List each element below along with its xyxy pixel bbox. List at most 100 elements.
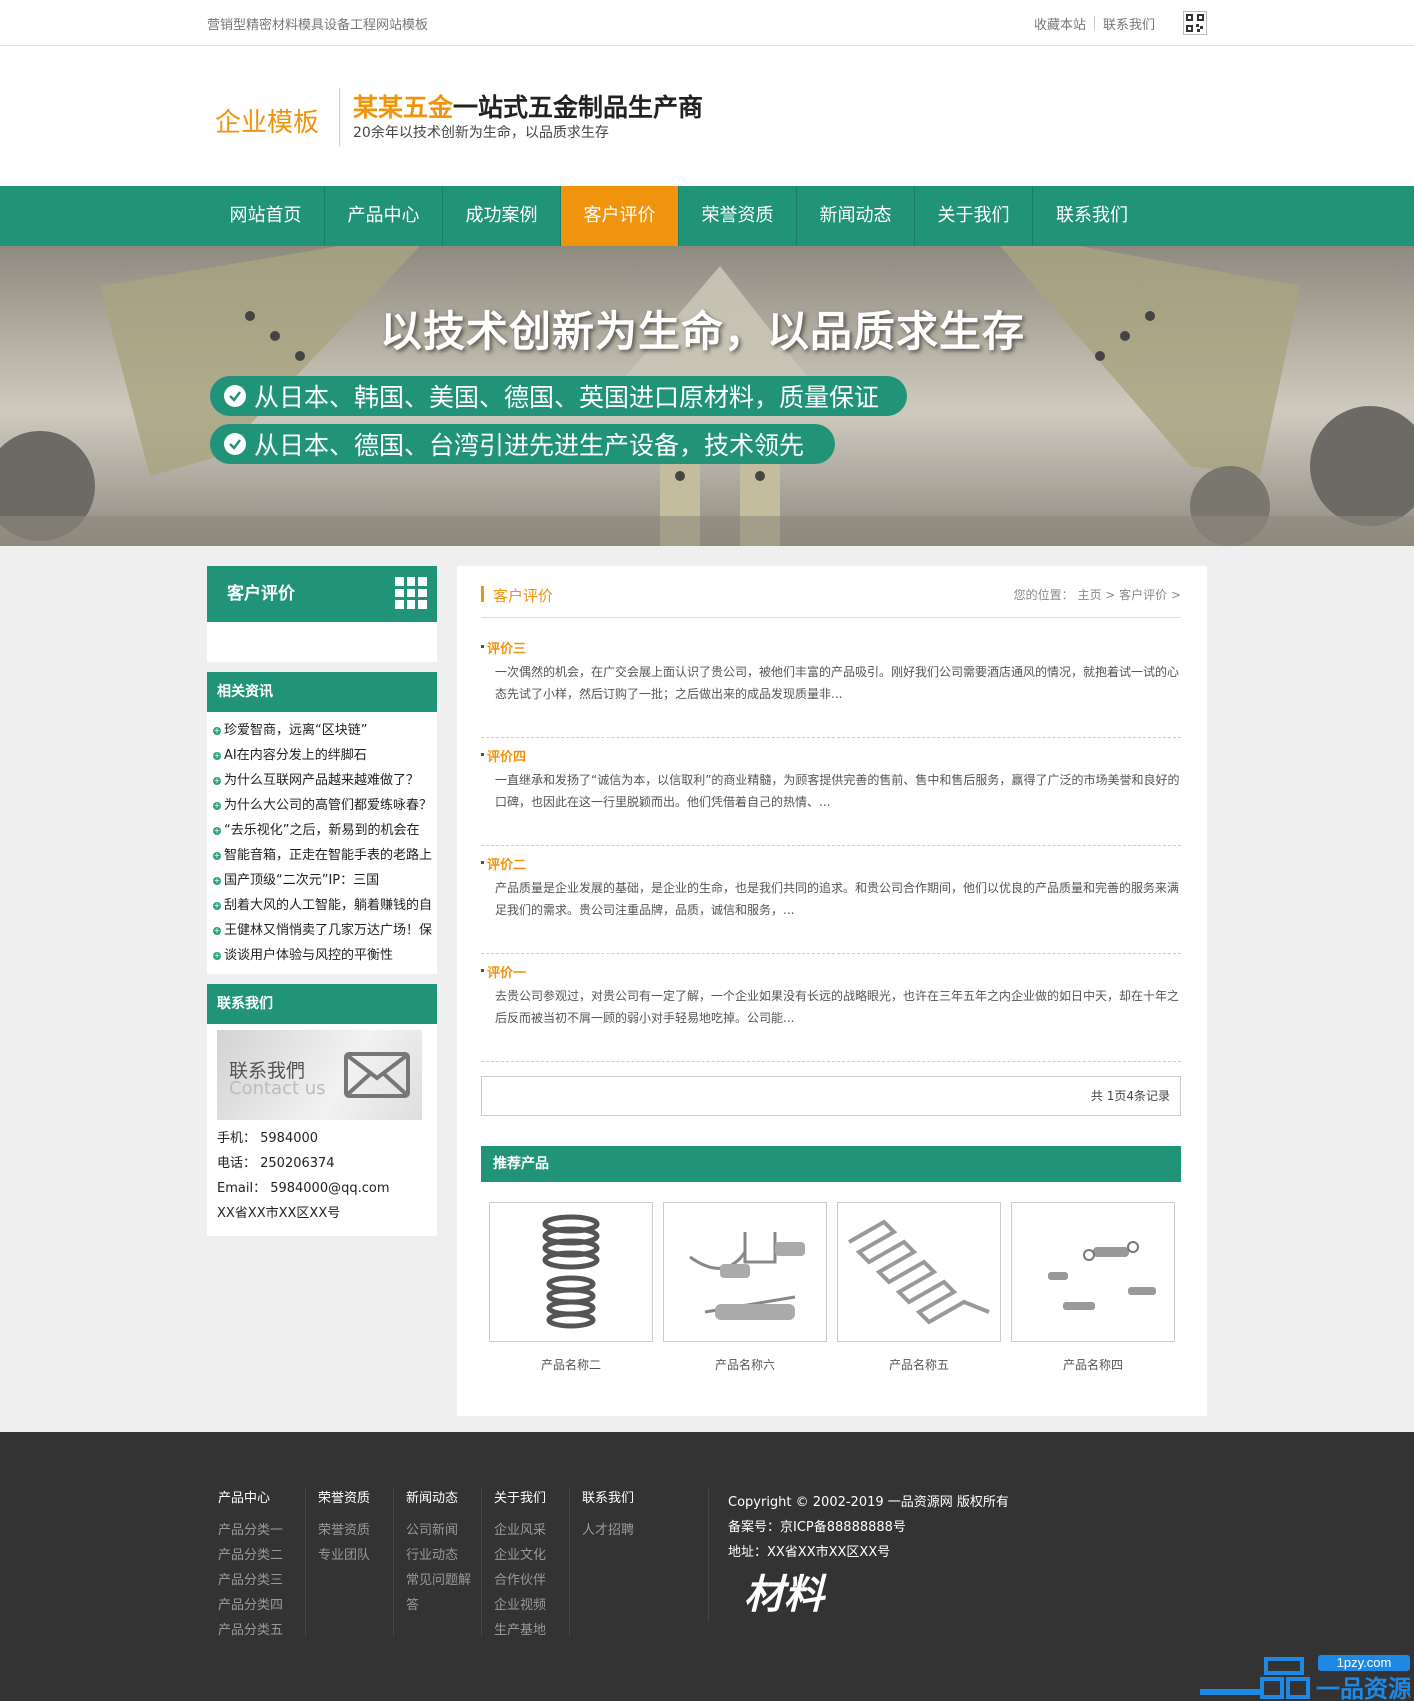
- footer-link[interactable]: 企业风采: [494, 1518, 569, 1543]
- nav-item-about[interactable]: 关于我们: [915, 186, 1033, 246]
- contact-phone: 手机： 5984000: [217, 1131, 319, 1146]
- plus-icon: +: [213, 900, 221, 910]
- footer-link[interactable]: 产品分类一: [218, 1518, 305, 1543]
- footer-col-title[interactable]: 新闻动态: [406, 1487, 481, 1506]
- footer-divider: [708, 1488, 709, 1622]
- product-grid: 产品名称二 产品名称六 产品名称五 产品名称四: [489, 1202, 1179, 1373]
- footer-link[interactable]: 常见问题解: [406, 1568, 481, 1593]
- news-item-text[interactable]: 为什么大公司的高管们都爱练咏春？: [224, 793, 432, 818]
- site-watermark-logo: 1pzy.com 一品资源网: [1200, 1655, 1410, 1701]
- news-item-text[interactable]: 智能音箱，正走在智能手表的老路上: [224, 843, 432, 868]
- product-name[interactable]: 产品名称四: [1011, 1356, 1175, 1373]
- footer-link[interactable]: 人才招聘: [582, 1518, 658, 1543]
- product-name[interactable]: 产品名称六: [663, 1356, 827, 1373]
- product-card[interactable]: 产品名称四: [1011, 1202, 1175, 1373]
- breadcrumb[interactable]: 您的位置： 主页 > 客户评价 >: [1014, 586, 1181, 603]
- review-title[interactable]: 评价四: [481, 746, 1181, 765]
- product-card[interactable]: 产品名称六: [663, 1202, 827, 1373]
- sidebar: 客户评价 相关资讯 + 珍爱智商，远离“区块链” + AI在内容分发上的绊脚石 + 为…: [207, 566, 437, 1236]
- sidebar-category-box: [207, 622, 437, 662]
- contact-banner-image: 联系我們 Contact us: [217, 1030, 422, 1120]
- footer-col-title[interactable]: 联系我们: [582, 1487, 658, 1506]
- product-image-wire-form[interactable]: [837, 1202, 1001, 1342]
- nav-item-news[interactable]: 新闻动态: [797, 186, 915, 246]
- footer-link[interactable]: 荣誉资质: [318, 1518, 393, 1543]
- footer-link[interactable]: 合作伙伴: [494, 1568, 569, 1593]
- sidebar-header: 客户评价: [207, 566, 437, 622]
- review-list: 评价三 一次偶然的机会，在广交会展上面认识了贵公司，被他们丰富的产品吸引。刚好我们…: [481, 630, 1181, 1062]
- news-item[interactable]: + 国产顶级“二次元”IP：三国: [213, 868, 437, 893]
- news-item-text[interactable]: “去乐视化”之后，新易到的机会在: [224, 818, 419, 843]
- footer-col-title[interactable]: 产品中心: [218, 1487, 305, 1506]
- news-item[interactable]: + 智能音箱，正走在智能手表的老路上: [213, 843, 437, 868]
- news-item-text[interactable]: 刮着大风的人工智能，躺着赚钱的自: [224, 893, 432, 918]
- footer-link[interactable]: 专业团队: [318, 1543, 393, 1568]
- footer-link[interactable]: 产品分类二: [218, 1543, 305, 1568]
- news-item[interactable]: + AI在内容分发上的绊脚石: [213, 743, 437, 768]
- nav-item-honors[interactable]: 荣誉资质: [679, 186, 797, 246]
- news-item-text[interactable]: 为什么互联网产品越来越难做了？: [224, 768, 419, 793]
- news-item-text[interactable]: 国产顶级“二次元”IP：三国: [224, 868, 379, 893]
- contact-link[interactable]: 联系我们: [1103, 14, 1155, 33]
- news-item[interactable]: + 珍爱智商，远离“区块链”: [213, 718, 437, 743]
- watermark-name: 一品资源网: [1316, 1675, 1410, 1701]
- footer-info: Copyright © 2002-2019 一品资源网 版权所有 备案号：京IC…: [728, 1490, 1009, 1565]
- nav-item-contact[interactable]: 联系我们: [1033, 186, 1151, 246]
- news-item[interactable]: + 王健林又悄悄卖了几家万达广场！保: [213, 918, 437, 943]
- slogan-text: 一站式五金制品生产商: [453, 93, 704, 122]
- footer-link[interactable]: 企业视频: [494, 1593, 569, 1618]
- nav-item-reviews[interactable]: 客户评价: [561, 186, 679, 246]
- sidebar-title: 客户评价: [227, 584, 295, 604]
- product-card[interactable]: 产品名称五: [837, 1202, 1001, 1373]
- footer-link[interactable]: 产品分类四: [218, 1593, 305, 1618]
- footer-link[interactable]: 生产基地: [494, 1618, 569, 1643]
- footer-col-contact: 联系我们 人才招聘: [570, 1487, 658, 1637]
- footer-col-title[interactable]: 关于我们: [494, 1487, 569, 1506]
- plus-icon: +: [213, 825, 221, 835]
- news-item-text[interactable]: 王健林又悄悄卖了几家万达广场！保: [224, 918, 432, 943]
- contact-header: 联系我们: [207, 984, 437, 1024]
- footer-link[interactable]: 公司新闻: [406, 1518, 481, 1543]
- review-text: 一直继承和发扬了“诚信为本，以信取利”的商业精髓，为顾客提供完善的售前、售中和售…: [495, 773, 1180, 809]
- footer-link[interactable]: 答: [406, 1593, 481, 1618]
- footer-link[interactable]: 行业动态: [406, 1543, 481, 1568]
- nav-item-cases[interactable]: 成功案例: [443, 186, 561, 246]
- review-title[interactable]: 评价一: [481, 962, 1181, 981]
- plus-icon: +: [213, 925, 221, 935]
- news-item-text[interactable]: 谈谈用户体验与风控的平衡性: [224, 943, 393, 968]
- nav-item-home[interactable]: 网站首页: [207, 186, 325, 246]
- review-item: 评价一 去贵公司参观过，对贵公司有一定了解，一个企业如果没有长远的战略眼光，也许在…: [481, 954, 1181, 1062]
- top-links: 收藏本站 联系我们: [1034, 11, 1207, 35]
- news-item[interactable]: + “去乐视化”之后，新易到的机会在: [213, 818, 437, 843]
- review-title[interactable]: 评价二: [481, 854, 1181, 873]
- footer: 产品中心 产品分类一 产品分类二 产品分类三 产品分类四 产品分类五 荣誉资质 荣誉资质…: [0, 1432, 1414, 1701]
- bookmark-link[interactable]: 收藏本站: [1034, 14, 1086, 33]
- nav-list: 网站首页 产品中心 成功案例 客户评价 荣誉资质 新闻动态 关于我们 联系我们: [207, 186, 1151, 246]
- footer-link[interactable]: 产品分类三: [218, 1568, 305, 1593]
- news-item[interactable]: + 为什么互联网产品越来越难做了？: [213, 768, 437, 793]
- plus-icon: +: [213, 750, 221, 760]
- check-icon: [224, 385, 246, 407]
- footer-link[interactable]: 企业文化: [494, 1543, 569, 1568]
- review-title[interactable]: 评价三: [481, 638, 1181, 657]
- news-item-text[interactable]: AI在内容分发上的绊脚石: [224, 743, 367, 768]
- product-image-spring[interactable]: [663, 1202, 827, 1342]
- qr-code-icon[interactable]: [1183, 11, 1207, 35]
- news-item[interactable]: + 为什么大公司的高管们都爱练咏春？: [213, 793, 437, 818]
- nav-item-products[interactable]: 产品中心: [325, 186, 443, 246]
- banner-point-1: 从日本、韩国、美国、德国、英国进口原材料，质量保证: [210, 376, 907, 416]
- news-item-text[interactable]: 珍爱智商，远离“区块链”: [224, 718, 367, 743]
- news-item[interactable]: + 谈谈用户体验与风控的平衡性: [213, 943, 437, 968]
- signature-calligraphy: 材料: [744, 1571, 824, 1618]
- product-image-small-springs[interactable]: [1011, 1202, 1175, 1342]
- footer-col-title[interactable]: 荣誉资质: [318, 1487, 393, 1506]
- product-name[interactable]: 产品名称五: [837, 1356, 1001, 1373]
- product-card[interactable]: 产品名称二: [489, 1202, 653, 1373]
- product-image-spring[interactable]: [489, 1202, 653, 1342]
- logo[interactable]: 企业模板: [215, 102, 319, 139]
- news-item[interactable]: + 刮着大风的人工智能，躺着赚钱的自: [213, 893, 437, 918]
- header: 企业模板 某某五金一站式五金制品生产商 20余年以技术创新为生命，以品质求生存: [0, 46, 1414, 186]
- footer-link[interactable]: 产品分类五: [218, 1618, 305, 1643]
- product-name[interactable]: 产品名称二: [489, 1356, 653, 1373]
- plus-icon: +: [213, 950, 221, 960]
